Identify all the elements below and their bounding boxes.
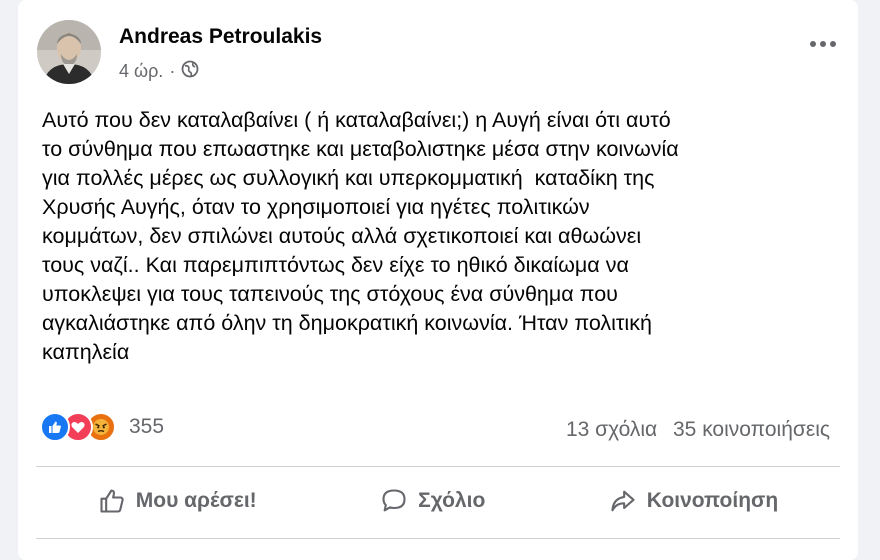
more-options-button[interactable] (808, 36, 840, 54)
shares-count-link[interactable]: 35 κοινοποιήσεις (673, 418, 830, 441)
globe-icon (181, 60, 199, 83)
post-time[interactable]: 4 ώρ. (119, 61, 163, 82)
like-icon (40, 412, 70, 442)
post-actions-bar: Μου αρέσει! Σχόλιο Κοινοποίηση (36, 472, 840, 530)
post-meta: 4 ώρ. · (119, 60, 199, 83)
like-button-label: Μου αρέσει! (135, 489, 257, 512)
comments-count-link[interactable]: 13 σχόλια (566, 418, 657, 441)
post-card: Andreas Petroulakis 4 ώρ. · Αυτό που δεν… (18, 0, 858, 560)
share-arrow-icon (611, 490, 635, 512)
reaction-count[interactable]: 355 (129, 415, 164, 439)
author-name[interactable]: Andreas Petroulakis (119, 25, 322, 49)
post-stats: 13 σχόλια 35 κοινοποιήσεις (556, 418, 830, 442)
share-button[interactable]: Κοινοποίηση (609, 487, 778, 515)
more-options-icon (810, 41, 836, 47)
author-avatar[interactable] (37, 20, 101, 84)
share-button-label: Κοινοποίηση (646, 489, 779, 512)
reactions-summary[interactable]: 355 (40, 412, 164, 442)
post-body-text: Αυτό που δεν καταλαβαίνει ( ή καταλαβαίν… (42, 108, 679, 364)
actions-bottom-divider (36, 538, 840, 539)
thumbs-up-icon (100, 489, 124, 513)
comment-button[interactable]: Σχόλιο (380, 487, 485, 515)
meta-separator: · (169, 61, 176, 81)
actions-top-divider (36, 466, 840, 467)
comment-bubble-icon (382, 489, 406, 512)
like-button[interactable]: Μου αρέσει! (98, 487, 257, 515)
comment-button-label: Σχόλιο (418, 489, 486, 512)
avatar-photo (37, 20, 101, 84)
